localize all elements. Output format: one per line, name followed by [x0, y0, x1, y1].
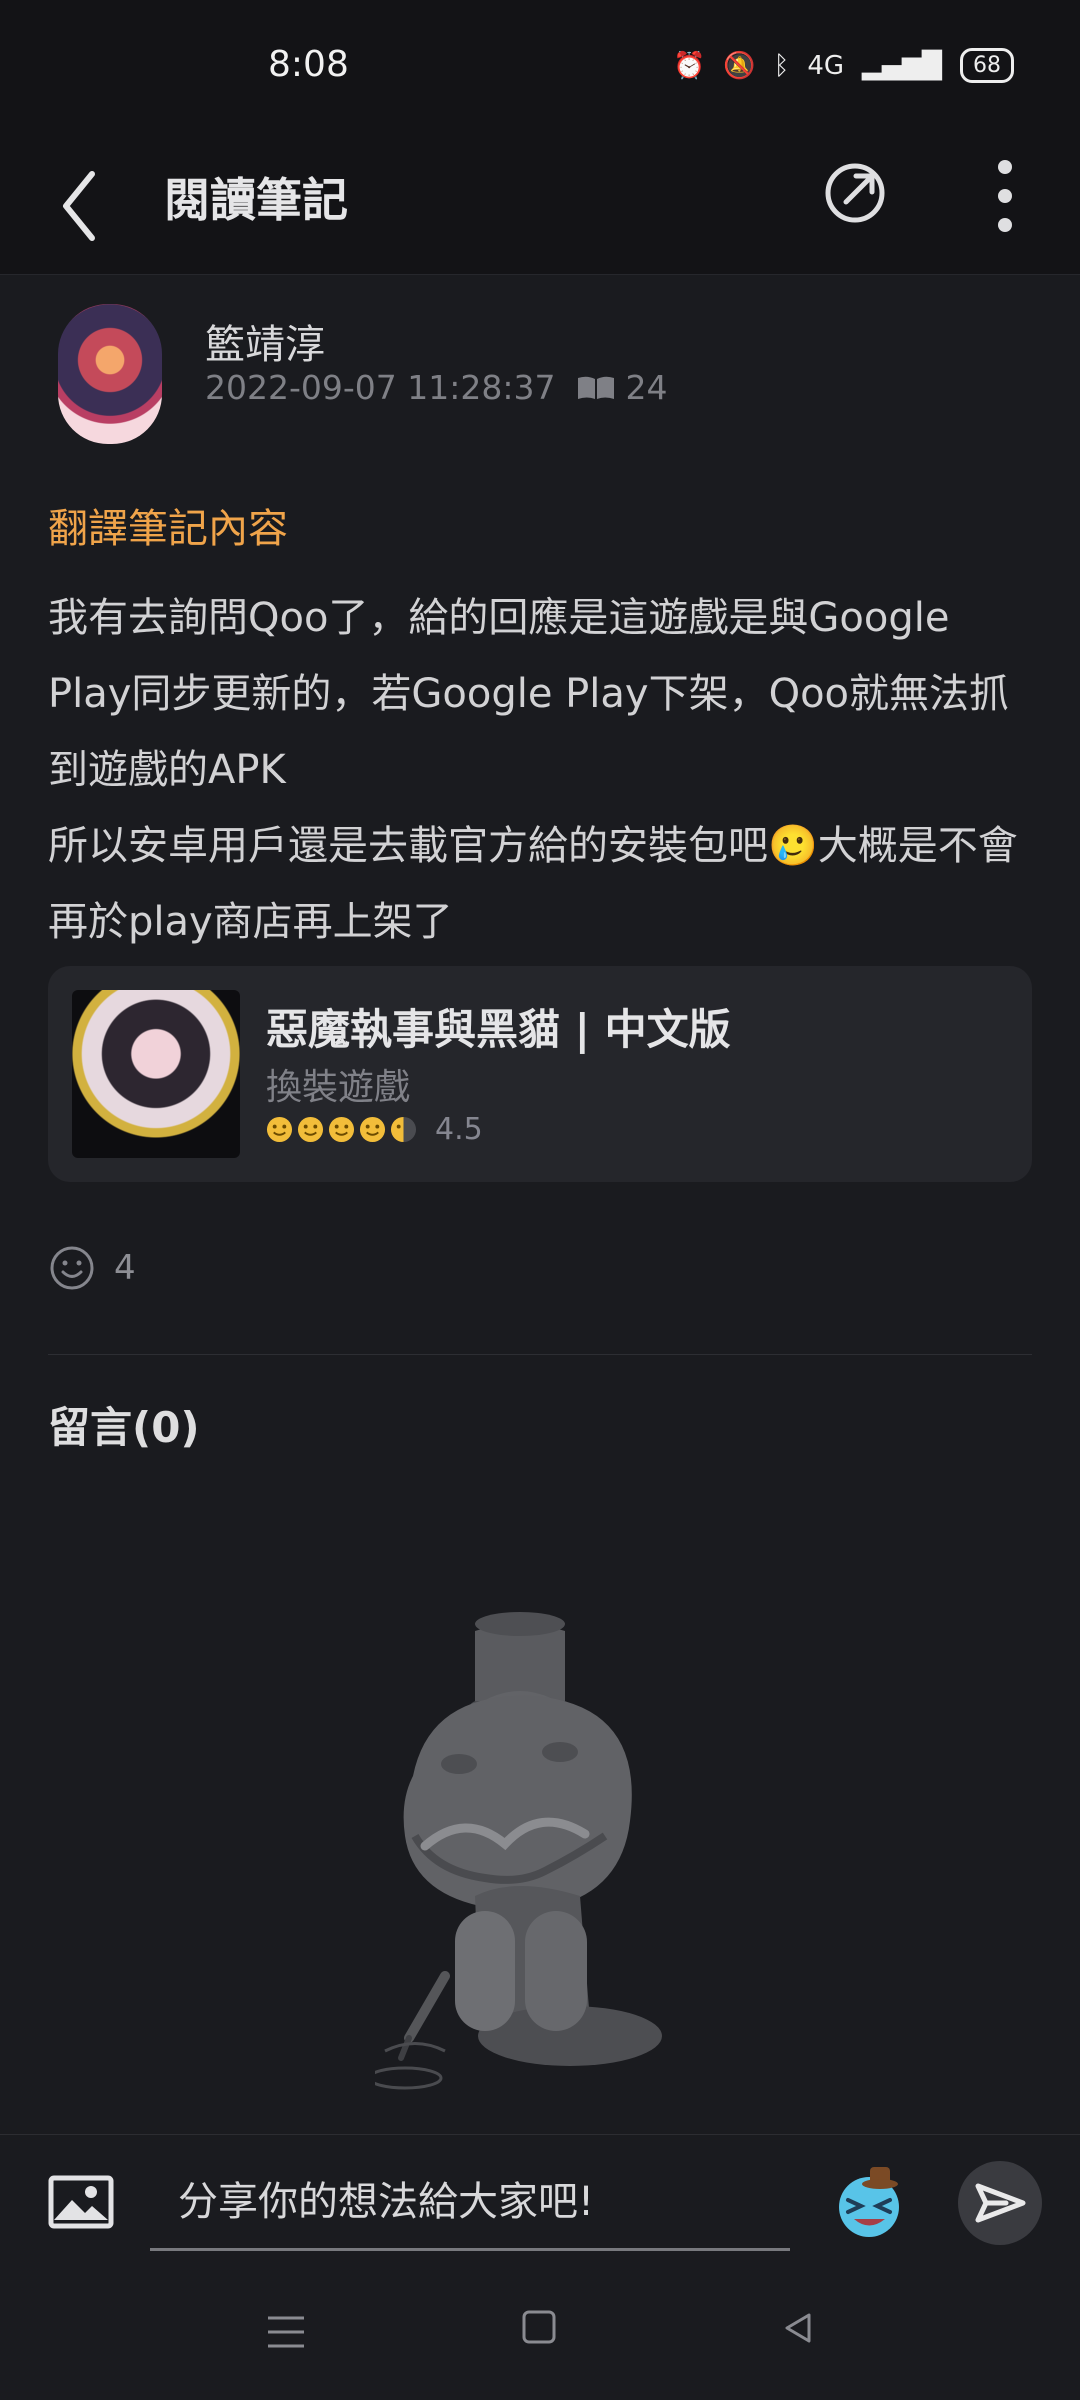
emoji-mascot-icon[interactable]	[830, 2163, 908, 2241]
thinking-mascot-icon	[375, 1612, 662, 2090]
send-button[interactable]	[958, 2161, 1042, 2245]
rating-face-icon	[328, 1116, 355, 1143]
book-icon	[578, 376, 615, 399]
post-paragraph: 我有去詢問Qoo了，給的回應是這遊戲是與Google Play同步更新的，若Go…	[48, 595, 1010, 793]
reaction-count: 4	[114, 1248, 136, 1288]
back-triangle-icon[interactable]	[778, 2308, 818, 2348]
recent-apps-icon[interactable]	[264, 2310, 308, 2354]
network-type: 4G	[807, 50, 845, 81]
game-genre: 換裝遊戲	[266, 1067, 411, 1108]
section-title: 翻譯筆記內容	[48, 506, 288, 552]
read-count-group: 24	[575, 368, 667, 407]
bluetooth-icon: ᛒ	[773, 50, 790, 81]
top-app-bar: 閱讀筆記	[0, 136, 1080, 275]
avatar[interactable]	[58, 304, 162, 444]
reaction-row[interactable]: 4	[48, 1244, 136, 1292]
system-navigation-bar	[0, 2274, 1080, 2400]
smiley-icon[interactable]	[48, 1244, 96, 1292]
half-rating-face-icon	[390, 1116, 417, 1143]
status-time: 8:08	[268, 44, 349, 85]
share-icon[interactable]	[822, 160, 888, 226]
battery-icon: 68	[960, 48, 1014, 83]
divider	[48, 1354, 1032, 1355]
rating-face-icon	[297, 1116, 324, 1143]
author-row: 籃靖淳 2022-09-07 11:28:37 24	[48, 304, 1038, 454]
comment-composer	[0, 2134, 1080, 2275]
chevron-left-icon[interactable]	[54, 166, 114, 246]
home-icon[interactable]	[520, 2308, 558, 2346]
game-card[interactable]: 惡魔執事與黑貓 | 中文版 換裝遊戲 4.5	[48, 966, 1032, 1182]
alarm-icon: ⏰	[672, 50, 706, 81]
rating-value: 4.5	[435, 1112, 483, 1147]
post-timestamp: 2022-09-07 11:28:37	[205, 368, 556, 407]
rating-face-icon	[266, 1116, 293, 1143]
post-meta: 2022-09-07 11:28:37 24	[205, 368, 667, 407]
comment-input[interactable]	[150, 2155, 790, 2251]
rating-row: 4.5	[266, 1112, 483, 1147]
author-name[interactable]: 籃靖淳	[205, 312, 325, 370]
status-bar: 8:08 ⏰ 🔕 ᛒ 4G ▂▄▆█ 68	[0, 0, 1080, 136]
read-count: 24	[625, 368, 668, 407]
status-icons: ⏰ 🔕 ᛒ 4G ▂▄▆█ 68	[673, 48, 1014, 83]
post-body: 我有去詢問Qoo了，給的回應是這遊戲是與Google Play同步更新的，若Go…	[48, 580, 1038, 960]
game-title: 惡魔執事與黑貓 | 中文版	[266, 1005, 731, 1054]
game-icon	[72, 990, 240, 1158]
signal-icon: ▂▄▆█	[862, 50, 942, 81]
post-paragraph: 所以安卓用戶還是去載官方給的安裝包吧🥲大概是不會再於play商店再上架了	[48, 823, 1018, 945]
more-vertical-icon[interactable]	[980, 154, 1030, 238]
rating-face-icon	[359, 1116, 386, 1143]
page-title: 閱讀筆記	[164, 173, 348, 227]
mute-bell-icon: 🔕	[723, 50, 756, 81]
image-icon[interactable]	[48, 2175, 114, 2229]
send-icon	[975, 2183, 1026, 2223]
comments-title: 留言(0)	[48, 1403, 200, 1452]
